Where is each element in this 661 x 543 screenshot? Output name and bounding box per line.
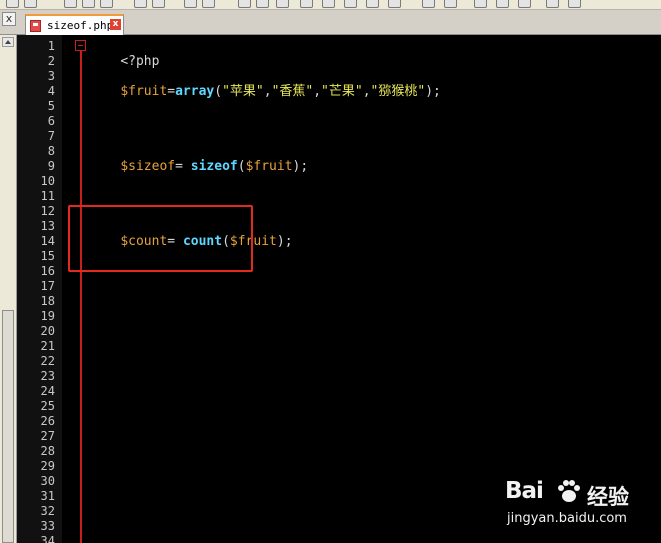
line-number: 24 bbox=[40, 384, 55, 398]
line-number: 3 bbox=[47, 69, 55, 83]
line-number: 32 bbox=[40, 504, 55, 518]
line-number: 23 bbox=[40, 369, 55, 383]
line-number: 18 bbox=[40, 294, 55, 308]
comma: , bbox=[362, 84, 371, 99]
find-icon[interactable] bbox=[134, 0, 147, 8]
line-number: 11 bbox=[40, 189, 55, 203]
line-number: 9 bbox=[47, 159, 55, 173]
line-number: 33 bbox=[40, 519, 55, 533]
line-number: 13 bbox=[40, 219, 55, 233]
line-number: 4 bbox=[47, 84, 55, 98]
plugin-icon[interactable] bbox=[546, 0, 559, 8]
string-literal: "猕猴桃" bbox=[370, 84, 426, 99]
line-number: 29 bbox=[40, 459, 55, 473]
line-number: 7 bbox=[47, 129, 55, 143]
code-line-8: $sizeof= sizeof($fruit); bbox=[89, 144, 308, 189]
toolbar bbox=[0, 0, 661, 10]
folder-icon[interactable] bbox=[184, 0, 197, 8]
replace-icon[interactable] bbox=[152, 0, 165, 8]
line-number: 12 bbox=[40, 204, 55, 218]
macro-icon[interactable] bbox=[444, 0, 457, 8]
code-line-3: $fruit=array("苹果","香蕉","芒果","猕猴桃"); bbox=[89, 69, 441, 114]
line-number: 5 bbox=[47, 99, 55, 113]
watermark-brand: Bai bbox=[505, 478, 544, 504]
line-number: 8 bbox=[47, 144, 55, 158]
line-number: 20 bbox=[40, 324, 55, 338]
highlight-annotation-box bbox=[68, 205, 253, 272]
redo-icon[interactable] bbox=[24, 0, 37, 8]
tab-close-icon[interactable]: x bbox=[110, 19, 121, 30]
run-icon[interactable] bbox=[474, 0, 487, 8]
line-number: 30 bbox=[40, 474, 55, 488]
paren-close: ); bbox=[425, 84, 441, 99]
line-number: 17 bbox=[40, 279, 55, 293]
line-number: 6 bbox=[47, 114, 55, 128]
variable: $fruit bbox=[245, 159, 293, 174]
zoom-in-icon[interactable] bbox=[238, 0, 251, 8]
comma: , bbox=[313, 84, 322, 99]
line-number: 15 bbox=[40, 249, 55, 263]
paren-close: ); bbox=[292, 159, 309, 174]
scrollbar-thumb[interactable] bbox=[2, 310, 14, 543]
line-number: 25 bbox=[40, 399, 55, 413]
operator: = bbox=[167, 84, 176, 99]
sync-icon[interactable] bbox=[276, 0, 289, 8]
tab-bar: x sizeof.php x bbox=[0, 10, 661, 35]
zoom-out-icon[interactable] bbox=[256, 0, 269, 8]
watermark-url: jingyan.baidu.com bbox=[507, 511, 627, 526]
paren-close: ); bbox=[276, 234, 293, 249]
bookmark-icon[interactable] bbox=[344, 0, 357, 8]
undo-icon[interactable] bbox=[6, 0, 19, 8]
line-number: 27 bbox=[40, 429, 55, 443]
cut-icon[interactable] bbox=[100, 0, 113, 8]
left-panel bbox=[0, 35, 17, 543]
paw-icon bbox=[558, 480, 580, 502]
fold-margin-line bbox=[80, 45, 82, 543]
play-icon[interactable] bbox=[388, 0, 401, 8]
variable: $fruit bbox=[120, 84, 168, 99]
wrap-icon[interactable] bbox=[300, 0, 313, 8]
tab-sizeof-php[interactable]: sizeof.php x bbox=[25, 14, 124, 35]
function-name: array bbox=[175, 84, 215, 99]
settings-icon[interactable] bbox=[496, 0, 509, 8]
record-icon[interactable] bbox=[366, 0, 379, 8]
panel-close-icon[interactable]: x bbox=[2, 12, 16, 26]
line-number: 28 bbox=[40, 444, 55, 458]
variable: $sizeof bbox=[120, 159, 176, 174]
help-icon[interactable] bbox=[568, 0, 581, 8]
operator: = bbox=[175, 159, 191, 174]
line-number: 10 bbox=[40, 174, 55, 188]
indent-icon[interactable] bbox=[322, 0, 335, 8]
paren-open: ( bbox=[237, 159, 246, 174]
watermark-suffix: 经验 bbox=[587, 485, 629, 509]
code-editor[interactable]: 1 2 3 4 5 6 7 8 9 10 11 12 13 14 15 16 17 18 19 20 21 22 23 24 2… bbox=[17, 35, 661, 543]
stop-icon[interactable] bbox=[422, 0, 435, 8]
line-number: 14 bbox=[40, 234, 55, 248]
line-number: 1 bbox=[47, 39, 55, 53]
line-number: 19 bbox=[40, 309, 55, 323]
fold-collapse-icon[interactable] bbox=[75, 40, 86, 51]
line-number: 26 bbox=[40, 414, 55, 428]
string-literal: "芒果" bbox=[321, 84, 363, 99]
copy-icon[interactable] bbox=[64, 0, 77, 8]
panel-icon[interactable] bbox=[518, 0, 531, 8]
line-number: 22 bbox=[40, 354, 55, 368]
line-number: 34 bbox=[40, 534, 55, 543]
string-literal: "香蕉" bbox=[271, 84, 314, 99]
function-name: sizeof bbox=[190, 159, 238, 174]
line-number: 21 bbox=[40, 339, 55, 353]
save-icon[interactable] bbox=[202, 0, 215, 8]
tab-label: sizeof.php bbox=[47, 19, 114, 32]
string-literal: "苹果" bbox=[222, 84, 264, 99]
baidu-watermark: Bai 经验 jingyan.baidu.com bbox=[505, 478, 655, 536]
line-number: 2 bbox=[47, 54, 55, 68]
scroll-up-icon[interactable] bbox=[2, 37, 14, 47]
paren-open: ( bbox=[214, 84, 223, 99]
php-open-tag: <?php bbox=[120, 54, 160, 69]
file-save-status-icon bbox=[30, 20, 41, 32]
comma: , bbox=[263, 84, 272, 99]
paste-icon[interactable] bbox=[82, 0, 95, 8]
line-number: 31 bbox=[40, 489, 55, 503]
line-number: 16 bbox=[40, 264, 55, 278]
